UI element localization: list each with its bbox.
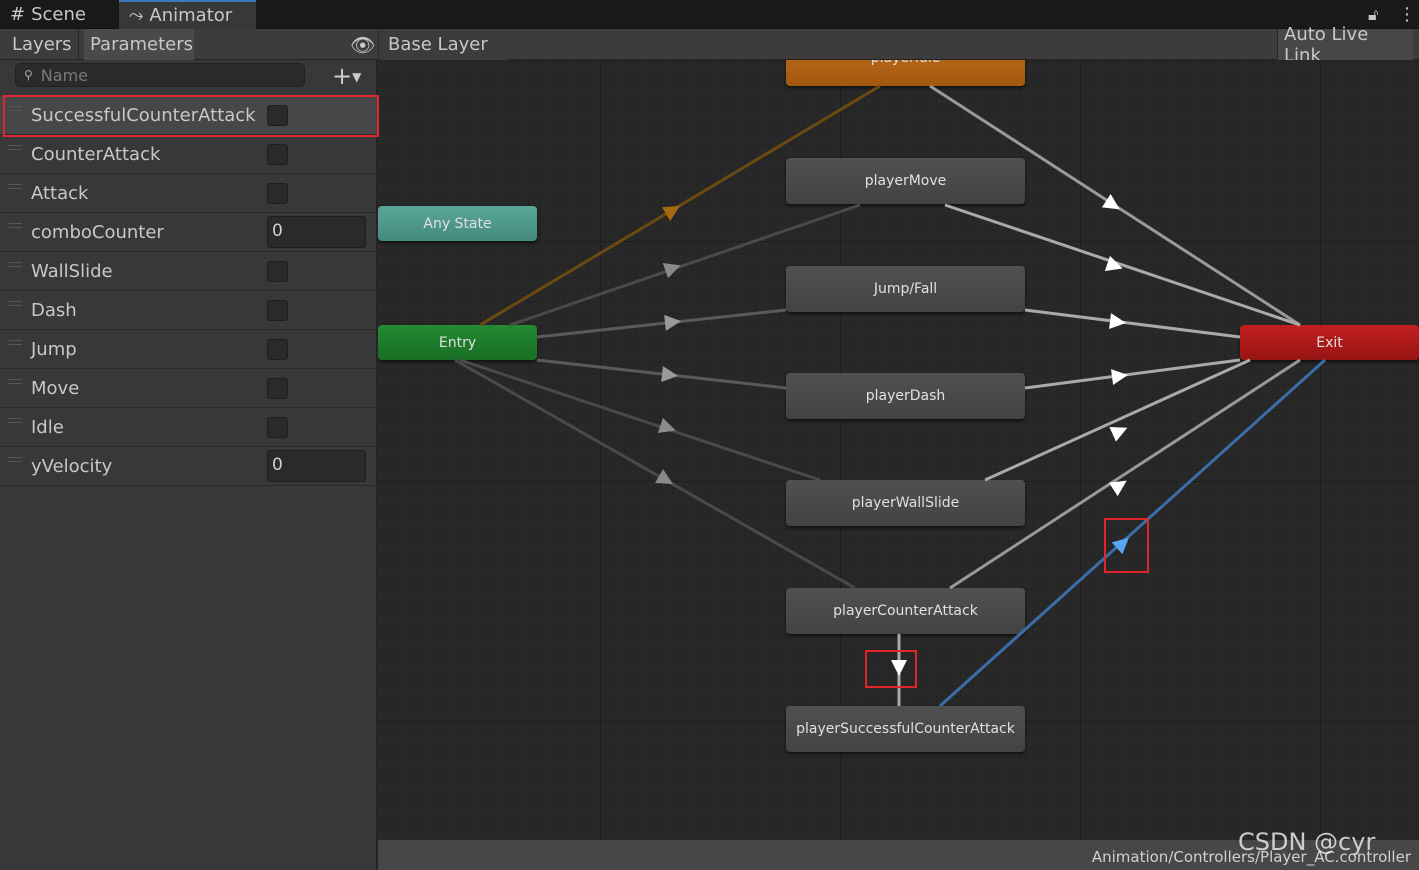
highlight-box-transition-success — [865, 650, 917, 688]
transition-arrow-icon[interactable] — [657, 417, 676, 434]
transition-arrow-icon[interactable] — [1109, 427, 1128, 442]
highlight-box-parameter — [3, 95, 379, 137]
transition-line[interactable] — [536, 358, 787, 390]
transition-line[interactable] — [454, 358, 856, 590]
transition-arrow-icon[interactable] — [1101, 193, 1120, 210]
transition-line[interactable] — [509, 203, 861, 327]
transition-line[interactable] — [536, 308, 787, 339]
transition-line[interactable] — [459, 358, 821, 482]
transition-line[interactable] — [1024, 358, 1241, 390]
transition-line[interactable] — [944, 203, 1301, 327]
transition-arrow-icon[interactable] — [1108, 480, 1127, 497]
status-bar: Animation/Controllers/Player_AC.controll… — [378, 828, 1419, 870]
transition-line[interactable] — [479, 84, 881, 327]
transition-line[interactable] — [1024, 308, 1241, 339]
watermark: CSDN @cyr — [1238, 828, 1376, 856]
transition-arrow-icon[interactable] — [662, 263, 681, 279]
transition-arrow-icon[interactable] — [1111, 369, 1128, 385]
highlight-box-transition-exit — [1104, 518, 1149, 573]
